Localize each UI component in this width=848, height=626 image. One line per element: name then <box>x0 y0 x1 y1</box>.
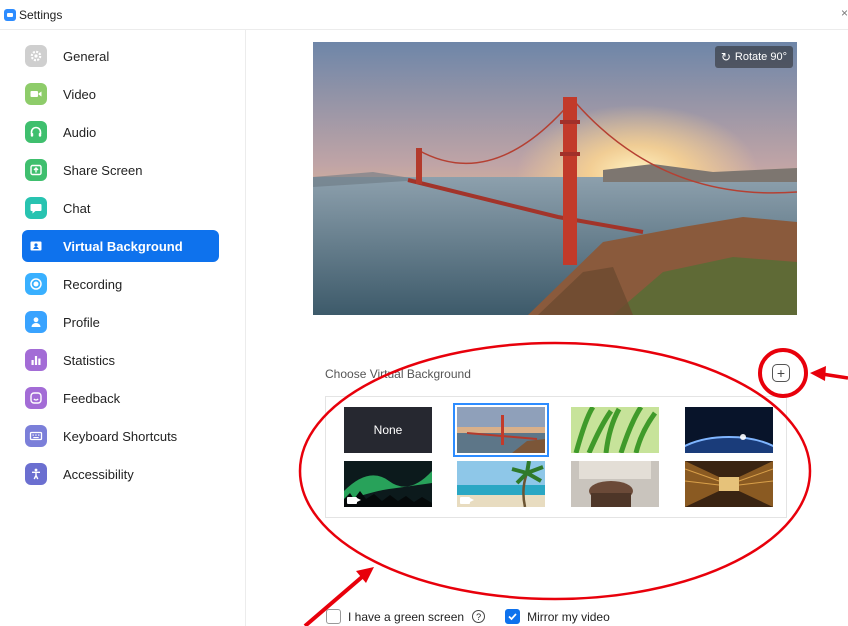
sidebar-item-profile[interactable]: Profile <box>22 306 219 338</box>
background-preview: ↻ Rotate 90° <box>313 42 797 315</box>
sidebar-item-label: Share Screen <box>63 162 143 178</box>
person-card-icon <box>25 235 47 257</box>
thumbnail-library-hall[interactable] <box>685 461 773 507</box>
thumbnail-beach-palm[interactable] <box>457 461 545 507</box>
sidebar-item-label: Feedback <box>63 390 121 406</box>
rotate-label: Rotate 90° <box>734 51 787 63</box>
sidebar-item-label: General <box>63 48 110 64</box>
sidebar-item-chat[interactable]: Chat <box>22 192 219 224</box>
sidebar-item-keyboard-shortcuts[interactable]: Keyboard Shortcuts <box>22 420 219 452</box>
thumbnail-earth-from-space[interactable] <box>685 407 773 453</box>
sidebar-item-virtual-background[interactable]: Virtual Background <box>22 230 219 262</box>
close-icon[interactable]: × <box>841 6 848 20</box>
rotate-icon: ↻ <box>720 50 731 64</box>
sidebar-item-label: Profile <box>63 314 100 330</box>
accessibility-icon <box>25 463 47 485</box>
bar-chart-icon <box>25 349 47 371</box>
annotation-arrowhead-left <box>356 567 374 583</box>
choose-background-label: Choose Virtual Background <box>325 367 471 381</box>
sidebar-item-recording[interactable]: Recording <box>22 268 219 300</box>
window-title: Settings <box>19 7 63 22</box>
sidebar-item-accessibility[interactable]: Accessibility <box>22 458 219 490</box>
video-camera-icon <box>347 497 361 504</box>
title-bar: Settings × <box>0 0 848 30</box>
annotation-arrowhead-right <box>810 366 826 381</box>
sidebar-item-label: Virtual Background <box>63 238 183 254</box>
sidebar-item-general[interactable]: General <box>22 40 219 72</box>
help-icon[interactable]: ? <box>472 610 486 623</box>
chat-bubble-icon <box>25 197 47 219</box>
thumbnail-label: None <box>373 423 403 437</box>
mirror-video-checkbox[interactable] <box>505 609 521 624</box>
thumbnail-office-room[interactable] <box>571 461 659 507</box>
settings-sidebar: General Video Audio Share Screen Chat Vi… <box>0 30 246 626</box>
sidebar-item-label: Recording <box>63 276 123 292</box>
keyboard-icon <box>25 425 47 447</box>
record-icon <box>25 273 47 295</box>
sidebar-item-label: Video <box>63 86 97 102</box>
plus-icon: + <box>776 365 786 381</box>
sidebar-item-share-screen[interactable]: Share Screen <box>22 154 219 186</box>
sidebar-item-video[interactable]: Video <box>22 78 219 110</box>
checkmark-icon <box>508 613 517 621</box>
video-camera-icon <box>25 83 47 105</box>
thumbnail-aurora[interactable] <box>344 461 432 507</box>
share-screen-icon <box>25 159 47 181</box>
zoom-app-icon <box>4 8 16 21</box>
add-background-button[interactable]: + <box>772 364 790 382</box>
mirror-video-label: Mirror my video <box>527 609 610 624</box>
sidebar-item-label: Statistics <box>63 352 116 368</box>
sidebar-item-label: Audio <box>63 124 97 140</box>
person-icon <box>25 311 47 333</box>
green-screen-checkbox[interactable] <box>326 609 341 624</box>
background-options: I have a green screen ? Mirror my video <box>326 609 610 624</box>
sidebar-item-label: Chat <box>63 200 91 216</box>
sidebar-item-feedback[interactable]: Feedback <box>22 382 219 414</box>
annotation-arrow-right <box>821 372 848 380</box>
headphones-icon <box>25 121 47 143</box>
thumbnail-grass[interactable] <box>571 407 659 453</box>
thumbnail-none[interactable]: None <box>344 407 432 453</box>
rotate-button[interactable]: ↻ Rotate 90° <box>714 46 793 68</box>
sidebar-item-label: Accessibility <box>63 466 134 482</box>
sidebar-item-label: Keyboard Shortcuts <box>63 428 178 444</box>
video-camera-icon <box>460 497 474 504</box>
green-screen-label: I have a green screen <box>348 609 465 624</box>
sidebar-item-audio[interactable]: Audio <box>22 116 219 148</box>
smiley-icon <box>25 387 47 409</box>
sidebar-item-statistics[interactable]: Statistics <box>22 344 219 376</box>
gear-icon <box>25 45 47 67</box>
golden-gate-preview-image <box>313 42 797 315</box>
thumbnail-golden-gate-bridge[interactable] <box>453 403 549 457</box>
background-gallery: None <box>325 396 787 518</box>
